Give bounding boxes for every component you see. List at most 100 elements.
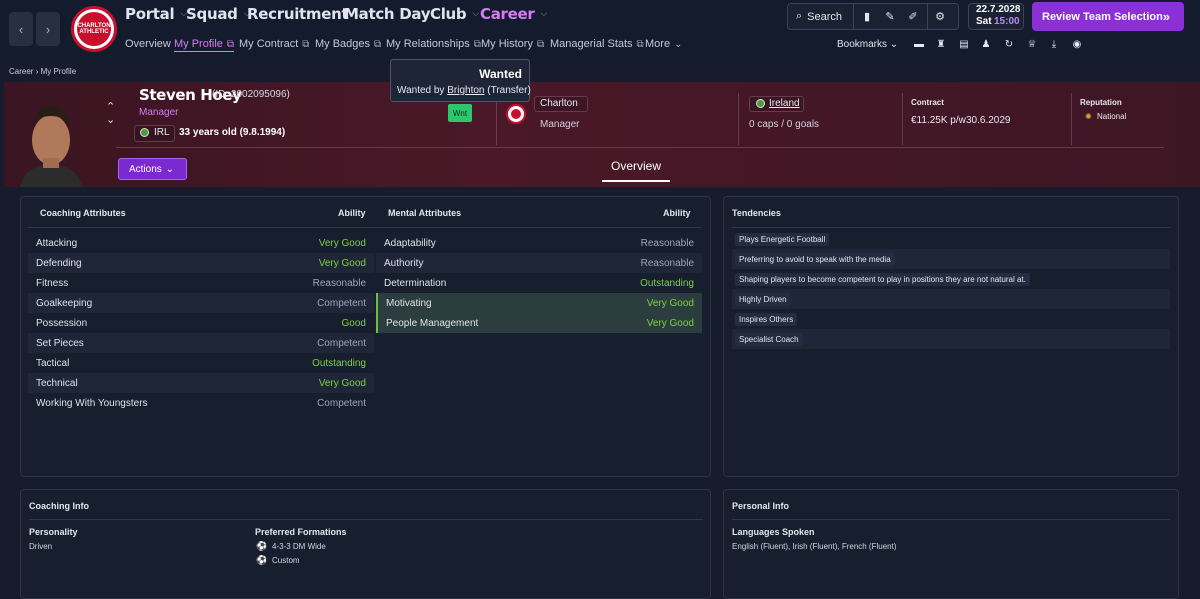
divider (853, 3, 854, 30)
external-link-icon: ⧉ (374, 38, 382, 50)
attribute-name: Determination (384, 277, 447, 289)
divider (927, 3, 928, 30)
breadcrumb-career[interactable]: Career (9, 67, 33, 76)
circle-icon[interactable]: ◉ (1071, 39, 1083, 51)
pencil-icon[interactable]: ✐ (907, 9, 919, 24)
tendency-label: Shaping players to become competent to p… (735, 272, 1030, 286)
divider (738, 93, 739, 145)
attribute-row[interactable]: Tactical Outstanding (28, 353, 374, 373)
submenu-label: My Contract (239, 38, 299, 50)
attribute-value: Reasonable (312, 277, 366, 289)
external-link-icon: ⧉ (302, 38, 310, 50)
club-badge-icon[interactable] (506, 104, 526, 124)
attribute-row[interactable]: Motivating Very Good (376, 293, 702, 313)
attribute-value: Competent (317, 337, 366, 349)
review-team-selection-button[interactable]: Review Team Selection» (1032, 2, 1184, 31)
divider (902, 93, 903, 145)
chevron-up-icon[interactable]: ⌃ (106, 100, 115, 113)
menu-label: Squad (186, 5, 238, 23)
attribute-value: Very Good (318, 257, 366, 269)
clipboard-icon[interactable]: ▤ (958, 39, 970, 51)
tendency-row: Plays Energetic Football (732, 229, 1170, 249)
tendency-label: Highly Driven (735, 292, 791, 306)
formation-icon: ⚽ (256, 541, 268, 551)
menu-match-day[interactable]: Match Day ⌵ (344, 5, 443, 23)
bookmarks-dropdown[interactable]: Bookmarks ⌄ (837, 39, 898, 50)
chevron-down-icon[interactable]: ⌄ (106, 113, 115, 126)
external-link-icon: ⧉ (536, 38, 545, 50)
contract-end: 30.6.2029 (966, 115, 1011, 126)
submenu-my-relationships[interactable]: My Relationships ⧉ (386, 38, 481, 50)
forward-button[interactable]: › (36, 12, 60, 46)
submenu-more[interactable]: More ⌄ (645, 38, 682, 50)
attribute-row[interactable]: Technical Very Good (28, 373, 374, 393)
breadcrumb-current: My Profile (40, 67, 77, 76)
attribute-name: Motivating (386, 297, 432, 309)
contract-wage: €11.25K p/w (911, 115, 966, 126)
gear-icon[interactable]: ⚙ (934, 9, 946, 24)
attribute-value: Very Good (646, 317, 694, 329)
download-icon[interactable]: ⤓ (1048, 39, 1060, 51)
divider (116, 147, 1164, 148)
tooltip-club-link[interactable]: Brighton (447, 85, 484, 96)
lightbulb-icon[interactable]: ✎ (884, 9, 896, 24)
menu-club[interactable]: Club ⌵ (430, 5, 479, 23)
attribute-row[interactable]: Attacking Very Good (28, 233, 374, 253)
submenu-my-profile[interactable]: My Profile ⧉ (174, 38, 235, 52)
tendency-row: Specialist Coach (732, 329, 1170, 349)
flag-icon (756, 99, 765, 108)
menu-portal[interactable]: Portal ⌵ (125, 5, 187, 23)
attribute-value: Good (341, 317, 366, 329)
search-button[interactable]: ⌕ Search (796, 9, 842, 24)
submenu-managerial-stats[interactable]: Managerial Stats ⧉ (550, 38, 644, 50)
menu-career[interactable]: Career ⌵ (480, 5, 547, 23)
submenu-my-badges[interactable]: My Badges ⧉ (315, 38, 381, 50)
tab-underline (602, 180, 670, 182)
attribute-row[interactable]: Set Pieces Competent (28, 333, 374, 353)
reputation-label: Reputation (1080, 98, 1122, 107)
search-label: Search (807, 10, 843, 23)
submenu-overview[interactable]: Overview (125, 38, 171, 50)
refresh-icon[interactable]: ↻ (1003, 39, 1015, 51)
submenu-my-history[interactable]: My History ⧉ (481, 38, 544, 50)
attribute-value: Competent (317, 397, 366, 409)
attribute-value: Reasonable (640, 257, 694, 269)
tooltip-prefix: Wanted by (397, 85, 445, 96)
attribute-name: Working With Youngsters (36, 397, 148, 409)
back-button[interactable]: ‹ (9, 12, 33, 46)
shirt-icon[interactable]: ♜ (935, 39, 947, 51)
formation-item: Custom (272, 556, 300, 565)
attribute-row[interactable]: Determination Outstanding (376, 273, 702, 293)
bookmark-icon[interactable]: ▮ (861, 9, 873, 24)
submenu-label: Managerial Stats (550, 38, 633, 50)
attribute-row[interactable]: Authority Reasonable (376, 253, 702, 273)
people-icon[interactable]: ♟ (980, 39, 992, 51)
top-bar: ‹ › CHARLTON ATHLETIC Portal ⌵ Squad ⌵ Rec… (0, 0, 1200, 64)
chevron-down-icon: ⌄ (889, 39, 899, 50)
chat-icon[interactable]: ▬ (913, 39, 925, 51)
attribute-row[interactable]: People Management Very Good (376, 313, 702, 333)
divider (732, 227, 1170, 228)
attribute-row[interactable]: Goalkeeping Competent (28, 293, 374, 313)
attribute-row[interactable]: Defending Very Good (28, 253, 374, 273)
actions-button[interactable]: Actions ⌄ (118, 158, 187, 180)
attribute-row[interactable]: Working With Youngsters Competent (28, 393, 374, 413)
tab-overview[interactable]: Overview (611, 159, 661, 173)
attribute-row[interactable]: Possession Good (28, 313, 374, 333)
submenu-my-contract[interactable]: My Contract ⧉ (239, 38, 309, 50)
manager-age: 33 years old (9.8.1994) (179, 127, 286, 138)
menu-label: Portal (125, 5, 175, 23)
club-crest[interactable]: CHARLTON ATHLETIC (71, 6, 117, 52)
external-link-icon: ⧉ (473, 38, 481, 50)
coaching-info-header: Coaching Info (29, 501, 89, 511)
nation-link[interactable]: Ireland (769, 98, 800, 109)
wanted-badge[interactable]: Wnt (448, 104, 472, 122)
submenu-label: My Relationships (386, 38, 470, 50)
chevron-right-icon: › (45, 21, 51, 37)
trophy-icon[interactable]: ♕ (1026, 39, 1038, 51)
menu-squad[interactable]: Squad ⌵ (186, 5, 250, 23)
divider (28, 227, 702, 228)
divider (732, 519, 1170, 520)
attribute-row[interactable]: Fitness Reasonable (28, 273, 374, 293)
attribute-row[interactable]: Adaptability Reasonable (376, 233, 702, 253)
